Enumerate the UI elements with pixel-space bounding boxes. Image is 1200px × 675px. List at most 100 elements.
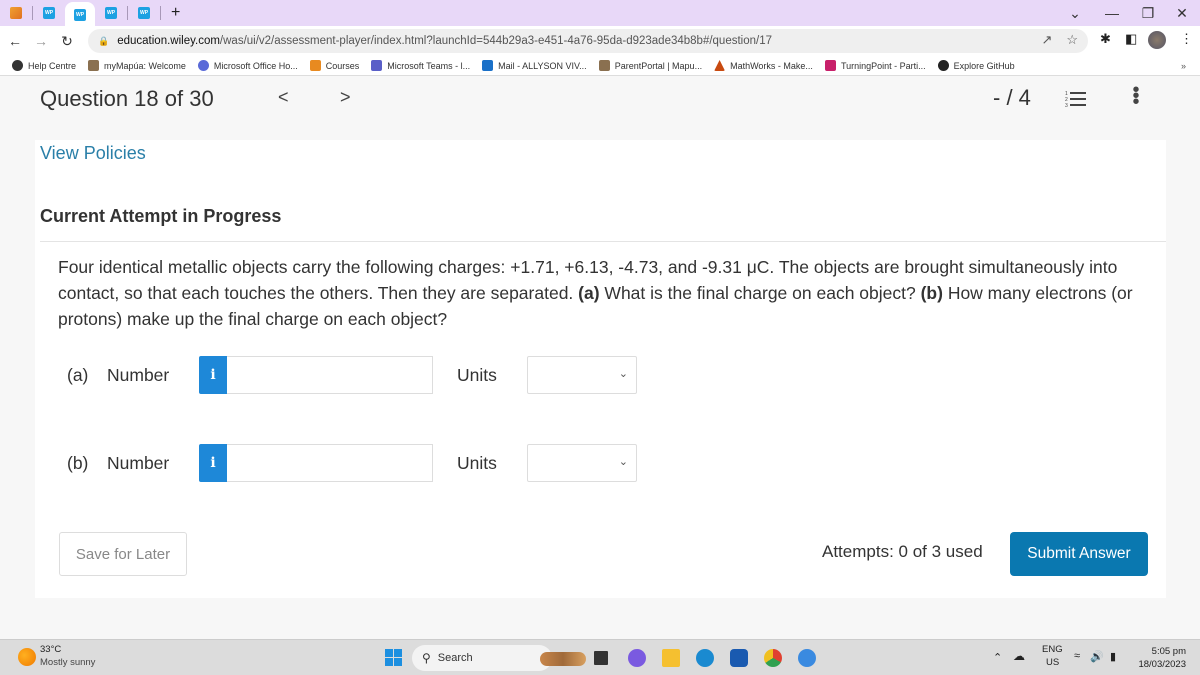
wiley-favicon-icon: WP	[138, 7, 150, 19]
browser-tab-active[interactable]: WP	[65, 2, 95, 28]
number-label: Number	[107, 452, 170, 473]
back-button[interactable]: ←	[4, 33, 26, 49]
tab-separator	[127, 6, 128, 20]
next-question-button[interactable]: >	[340, 87, 351, 108]
question-list-icon[interactable]: 1 2 3	[1065, 89, 1087, 109]
weather-description[interactable]: Mostly sunny	[40, 657, 95, 668]
bookmark-item[interactable]: ParentPortal | Mapu...	[598, 60, 702, 71]
language-indicator[interactable]: ENG	[1042, 644, 1063, 655]
edge-icon[interactable]	[696, 649, 714, 667]
previous-question-button[interactable]: <	[278, 87, 289, 108]
units-select-a[interactable]: ⌄	[527, 356, 637, 394]
task-view-icon[interactable]	[594, 651, 608, 665]
onedrive-icon[interactable]: ☁	[1013, 649, 1025, 663]
extensions-icon[interactable]: ✱	[1100, 31, 1111, 47]
teams-chat-icon[interactable]	[628, 649, 646, 667]
question-card: View Policies Current Attempt in Progres…	[35, 140, 1166, 598]
store-icon[interactable]	[730, 649, 748, 667]
info-icon[interactable]: i	[199, 444, 227, 482]
bookmarks-bar: Help Centre myMapúa: Welcome Microsoft O…	[0, 56, 1200, 76]
close-window-button[interactable]: ✕	[1162, 0, 1200, 26]
share-icon[interactable]: ↗	[1041, 32, 1052, 48]
side-panel-icon[interactable]: ◧	[1125, 31, 1137, 47]
office-icon	[197, 60, 209, 71]
bookmark-item[interactable]: Microsoft Teams - l...	[371, 60, 470, 71]
wiley-favicon-icon: WP	[43, 7, 55, 19]
bookmark-item[interactable]: TurningPoint - Parti...	[824, 60, 926, 71]
weather-icon[interactable]	[18, 648, 36, 666]
browser-tab[interactable]	[5, 2, 27, 24]
mathworks-icon	[714, 60, 726, 71]
battery-icon[interactable]: ▮	[1110, 650, 1116, 663]
part-label: (a)	[67, 364, 89, 385]
browser-tab[interactable]: WP	[133, 2, 155, 24]
tab-search-icon[interactable]: ⌄	[1055, 0, 1095, 26]
region-indicator[interactable]: US	[1046, 657, 1059, 668]
answer-row-a: (a) Number i Units ⌄	[67, 355, 637, 395]
submit-answer-button[interactable]: Submit Answer	[1010, 532, 1148, 576]
telegram-icon[interactable]	[798, 649, 816, 667]
question-header: Question 18 of 30 < > - / 4 1 2 3 • • •	[0, 77, 1200, 122]
number-input-b[interactable]	[227, 444, 433, 482]
url-path: /was/ui/v2/assessment-player/index.html?…	[219, 35, 772, 47]
address-bar[interactable]: 🔒 education.wiley.com/was/ui/v2/assessme…	[88, 29, 1088, 53]
units-label: Units	[457, 364, 497, 385]
url-host: education.wiley.com	[117, 35, 220, 47]
file-explorer-icon[interactable]	[662, 649, 680, 667]
minimize-button[interactable]: —	[1092, 0, 1132, 26]
windows-taskbar: 33°C Mostly sunny ⚲ Search ⌃ ☁ ENG US ≈ 🔊…	[0, 639, 1200, 675]
courses-favicon-icon	[10, 7, 22, 19]
wiley-favicon-icon: WP	[105, 7, 117, 19]
bookmark-item[interactable]: MathWorks - Make...	[714, 60, 813, 71]
attempt-status: Current Attempt in Progress	[40, 206, 282, 226]
browser-tab[interactable]: WP	[38, 2, 60, 24]
bookmark-item[interactable]: Microsoft Office Ho...	[197, 60, 298, 71]
bookmark-item[interactable]: Help Centre	[12, 60, 76, 71]
tab-separator	[160, 6, 161, 20]
divider	[40, 241, 1166, 242]
units-label: Units	[457, 452, 497, 473]
chevron-down-icon: ⌄	[618, 368, 628, 380]
volume-icon[interactable]: 🔊	[1090, 650, 1104, 663]
taskbar-search[interactable]: ⚲ Search	[412, 645, 552, 671]
svg-text:3: 3	[1065, 103, 1068, 109]
units-select-b[interactable]: ⌄	[527, 444, 637, 482]
forward-button[interactable]: →	[30, 33, 52, 49]
teams-icon	[371, 60, 383, 71]
attempts-counter: Attempts: 0 of 3 used	[822, 542, 983, 561]
profile-avatar[interactable]	[1148, 31, 1166, 49]
bookmark-item[interactable]: myMapúa: Welcome	[88, 60, 186, 71]
view-policies-link[interactable]: View Policies	[40, 143, 146, 164]
browser-tab-strip: WP WP WP WP +	[0, 0, 1200, 28]
number-label: Number	[107, 364, 170, 385]
number-input-a[interactable]	[227, 356, 433, 394]
question-text: Four identical metallic objects carry th…	[58, 257, 1133, 329]
more-options-icon[interactable]: • • •	[1131, 80, 1141, 112]
github-icon	[937, 60, 949, 71]
save-for-later-button[interactable]: Save for Later	[59, 532, 187, 576]
outlook-icon	[482, 60, 494, 71]
bookmark-item[interactable]: Mail - ALLYSON VIV...	[482, 60, 587, 71]
chevron-down-icon: ⌄	[618, 456, 628, 468]
browser-tab[interactable]: WP	[100, 2, 122, 24]
system-clock[interactable]: 5:05 pm 18/03/2023	[1130, 645, 1186, 671]
bookmark-star-icon[interactable]: ☆	[1066, 32, 1078, 48]
reload-button[interactable]: ↻	[56, 33, 78, 50]
more-bookmarks-button[interactable]: »	[1181, 61, 1186, 71]
tab-separator	[32, 6, 33, 20]
browser-menu-icon[interactable]: ⋮	[1180, 31, 1193, 47]
wifi-icon[interactable]: ≈	[1074, 650, 1080, 662]
info-icon[interactable]: i	[199, 356, 227, 394]
show-hidden-icons[interactable]: ⌃	[993, 651, 1002, 664]
chrome-icon[interactable]	[764, 649, 782, 667]
question-title: Question 18 of 30	[40, 86, 214, 111]
browser-toolbar: ← → ↻ 🔒 education.wiley.com/was/ui/v2/as…	[0, 26, 1200, 56]
bookmark-item[interactable]: Courses	[309, 60, 359, 71]
lock-icon: 🔒	[98, 35, 110, 46]
weather-temperature[interactable]: 33°C	[40, 644, 61, 655]
courses-icon	[309, 60, 321, 71]
widget-image-icon[interactable]	[540, 652, 586, 666]
new-tab-button[interactable]: +	[171, 4, 180, 22]
windows-start-icon[interactable]	[385, 649, 402, 666]
bookmark-item[interactable]: Explore GitHub	[937, 60, 1015, 71]
